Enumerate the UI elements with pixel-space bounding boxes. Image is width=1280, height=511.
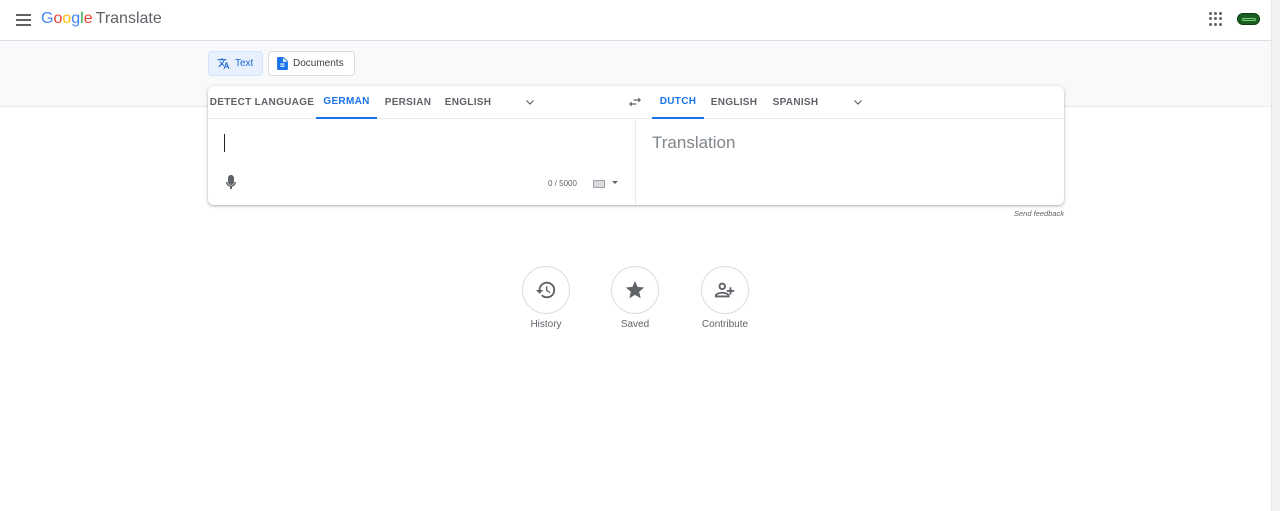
contribute-button[interactable]: Contribute (685, 266, 765, 336)
target-lang-english[interactable]: ENGLISH (704, 86, 764, 119)
logo-word: Translate (95, 10, 162, 27)
input-tools-dropdown-icon[interactable] (612, 181, 618, 184)
translation-output: Translation (636, 119, 1064, 205)
text-caret (224, 134, 225, 152)
hamburger-menu-icon[interactable] (13, 9, 35, 31)
document-icon (277, 57, 288, 70)
saved-button[interactable]: Saved (595, 266, 675, 336)
apps-grid-icon[interactable] (1209, 12, 1223, 26)
history-icon (535, 281, 556, 299)
target-more-languages-chevron-icon[interactable] (852, 96, 864, 108)
top-header: Google Translate (0, 0, 1271, 41)
text-mode-button[interactable]: Text (208, 51, 263, 76)
history-label: History (530, 319, 562, 330)
google-translate-page: Google Translate Text Documents DETECT LA… (0, 0, 1280, 511)
translate-icon (217, 57, 230, 70)
keyboard-icon[interactable] (593, 180, 605, 188)
source-lang-detect[interactable]: DETECT LANGUAGE (208, 86, 316, 119)
history-circle (522, 266, 570, 314)
logo-letter-2: o (62, 10, 72, 27)
logo-letter-0: G (41, 10, 54, 27)
translation-placeholder: Translation (652, 133, 736, 152)
target-lang-dutch[interactable]: DUTCH (652, 86, 704, 119)
star-icon (625, 280, 645, 299)
source-lang-english[interactable]: ENGLISH (439, 86, 497, 119)
swap-languages-icon[interactable] (627, 95, 643, 109)
account-avatar[interactable] (1237, 13, 1260, 25)
target-lang-spanish[interactable]: SPANISH (764, 86, 827, 119)
send-feedback-link[interactable]: Send feedback (1014, 209, 1064, 218)
source-lang-persian[interactable]: PERSIAN (377, 86, 439, 119)
source-lang-german[interactable]: GERMAN (316, 86, 377, 119)
documents-mode-label: Documents (293, 58, 344, 69)
contribute-circle (701, 266, 749, 314)
saved-circle (611, 266, 659, 314)
history-button[interactable]: History (506, 266, 586, 336)
logo-letter-5: e (83, 10, 93, 27)
page-scrollbar[interactable] (1271, 0, 1280, 511)
contribute-person-icon (714, 282, 735, 298)
source-more-languages-chevron-icon[interactable] (524, 96, 536, 108)
translation-card: DETECT LANGUAGE GERMAN PERSIAN ENGLISH D… (208, 86, 1064, 205)
google-translate-logo[interactable]: Google Translate (41, 9, 162, 29)
logo-letter-3: g (71, 10, 81, 27)
language-bar: DETECT LANGUAGE GERMAN PERSIAN ENGLISH D… (208, 86, 1064, 119)
google-logo-letters: Google (41, 10, 93, 27)
text-mode-label: Text (235, 58, 254, 69)
source-text-input[interactable]: 0 / 5000 (208, 119, 635, 205)
character-counter: 0 / 5000 (548, 179, 577, 188)
saved-label: Saved (620, 319, 650, 330)
contribute-label: Contribute (701, 319, 749, 330)
microphone-icon[interactable] (225, 175, 237, 191)
documents-mode-button[interactable]: Documents (268, 51, 355, 76)
